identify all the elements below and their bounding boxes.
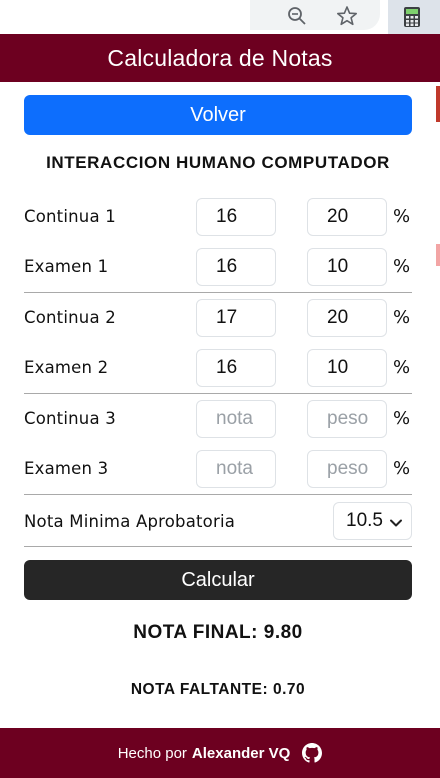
row-label: Continua 1 xyxy=(24,207,116,226)
nota-input[interactable] xyxy=(196,299,276,337)
minimum-grade-row: Nota Minima Aprobatoria 10.5 xyxy=(24,502,414,540)
grade-row-continua-3: Continua 3 % xyxy=(24,400,414,438)
minimum-grade-label: Nota Minima Aprobatoria xyxy=(24,512,236,531)
nota-input[interactable] xyxy=(196,400,276,438)
minimum-grade-select[interactable]: 10.5 xyxy=(333,502,412,540)
nota-faltante-result: NOTA FALTANTE: 0.70 xyxy=(130,681,306,698)
address-bar-end xyxy=(250,0,380,30)
row-label: Continua 2 xyxy=(24,308,116,327)
grade-row-examen-1: Examen 1 % xyxy=(24,248,414,286)
percent-sign: % xyxy=(393,256,411,277)
peso-input[interactable] xyxy=(307,248,387,286)
divider xyxy=(24,393,412,394)
row-label: Examen 3 xyxy=(24,459,109,478)
row-label: Continua 3 xyxy=(24,409,116,428)
calcular-button[interactable]: Calcular xyxy=(24,560,412,600)
app-header: Calculadora de Notas xyxy=(0,34,440,82)
github-icon[interactable] xyxy=(302,743,323,763)
grade-row-continua-1: Continua 1 % xyxy=(24,198,414,236)
divider xyxy=(24,546,412,547)
percent-sign: % xyxy=(393,307,411,328)
chevron-down-icon xyxy=(389,514,403,536)
peso-input[interactable] xyxy=(307,349,387,387)
minimum-grade-value: 10.5 xyxy=(346,510,383,531)
peso-input[interactable] xyxy=(307,198,387,236)
footer: Hecho por Alexander VQ xyxy=(0,728,440,778)
calculator-extension-icon xyxy=(400,5,424,29)
edge-marker xyxy=(436,244,440,266)
nota-final-result: NOTA FINAL: 9.80 xyxy=(133,622,303,643)
row-label: Examen 1 xyxy=(24,257,109,276)
nota-input[interactable] xyxy=(196,248,276,286)
peso-input[interactable] xyxy=(307,450,387,488)
edge-marker xyxy=(436,86,440,122)
row-label: Examen 2 xyxy=(24,358,109,377)
nota-input[interactable] xyxy=(196,450,276,488)
peso-input[interactable] xyxy=(307,400,387,438)
grade-row-examen-3: Examen 3 % xyxy=(24,450,414,488)
extension-button[interactable] xyxy=(388,0,440,34)
grade-row-continua-2: Continua 2 % xyxy=(24,299,414,337)
browser-toolbar xyxy=(0,0,440,34)
volver-button[interactable]: Volver xyxy=(24,95,412,135)
divider xyxy=(24,494,412,495)
peso-input[interactable] xyxy=(307,299,387,337)
percent-sign: % xyxy=(393,408,411,429)
percent-sign: % xyxy=(393,357,411,378)
nota-input[interactable] xyxy=(196,349,276,387)
percent-sign: % xyxy=(393,206,411,227)
footer-author: Alexander VQ xyxy=(191,744,291,762)
footer-prefix: Hecho por xyxy=(117,744,187,762)
percent-sign: % xyxy=(393,458,411,479)
nota-input[interactable] xyxy=(196,198,276,236)
divider xyxy=(24,292,412,293)
page-title: Calculadora de Notas xyxy=(107,44,333,71)
star-icon[interactable] xyxy=(335,4,359,28)
course-title: INTERACCION HUMANO COMPUTADOR xyxy=(46,153,390,172)
zoom-out-icon[interactable] xyxy=(285,4,309,28)
grade-row-examen-2: Examen 2 % xyxy=(24,349,414,387)
